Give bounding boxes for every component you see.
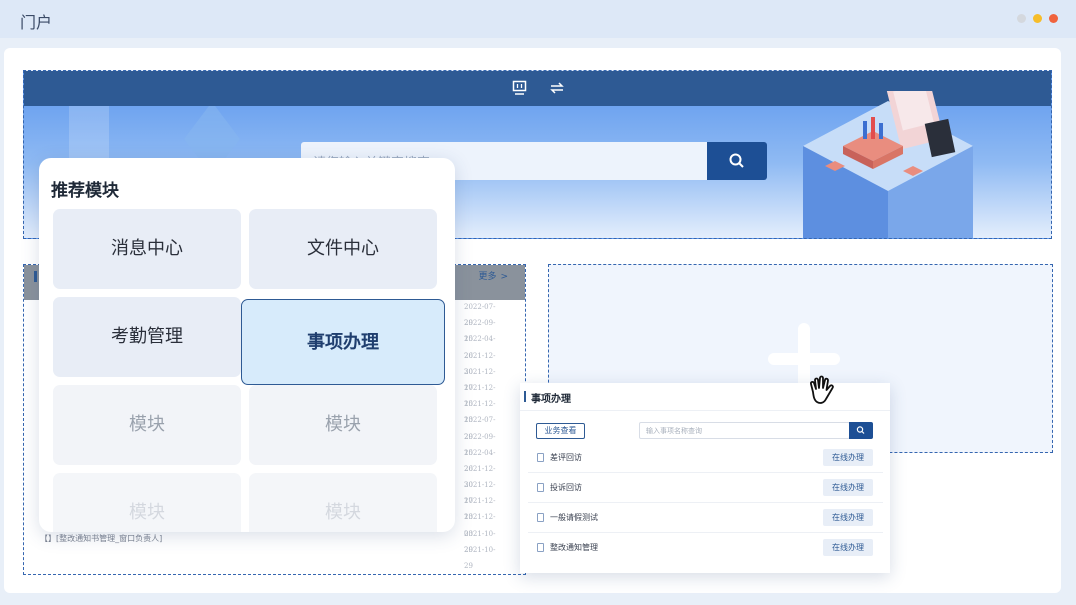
search-icon bbox=[729, 153, 744, 168]
table-row: 投诉回访 在线办理 bbox=[528, 473, 883, 503]
news-date: 2021-12-15 bbox=[464, 383, 496, 409]
online-handle-button[interactable]: 在线办理 bbox=[823, 449, 873, 466]
list-item[interactable]: 【】[整改通知书管理_窗口负责人] bbox=[40, 533, 162, 544]
table-row: 差评回访 在线办理 bbox=[528, 443, 883, 473]
row-label: 一般请假测试 bbox=[550, 513, 598, 522]
panel-title: 推荐模块 bbox=[51, 181, 119, 201]
affairs-search-button[interactable] bbox=[849, 422, 873, 439]
search-placeholder: 输入事项名称查询 bbox=[646, 427, 702, 435]
news-date: 2022-04-26 bbox=[464, 448, 496, 473]
banner-search-button[interactable] bbox=[707, 142, 767, 180]
recommended-modules-panel: 推荐模块 消息中心 文件中心 考勤管理 模块 模块 模块 模块 事项办理 bbox=[39, 158, 455, 532]
news-date: 2022-07-29 bbox=[464, 416, 496, 441]
news-date: 2021-10-29 bbox=[464, 545, 496, 571]
grab-hand-icon bbox=[810, 375, 834, 404]
news-date: 2021-12-30 bbox=[464, 351, 496, 376]
window-title-bar: 门户 bbox=[0, 0, 1076, 38]
edit-icon[interactable] bbox=[512, 80, 527, 100]
module-tile-placeholder[interactable]: 模块 bbox=[249, 385, 437, 465]
news-date: 2021-12-03 bbox=[464, 513, 496, 538]
document-icon bbox=[537, 453, 544, 462]
online-handle-button[interactable]: 在线办理 bbox=[823, 539, 873, 556]
online-handle-button[interactable]: 在线办理 bbox=[823, 479, 873, 496]
news-date: 2021-10-29 bbox=[464, 529, 496, 554]
more-link[interactable]: 更多 > bbox=[478, 269, 508, 282]
row-label: 整改通知管理 bbox=[550, 543, 598, 552]
module-tile-placeholder[interactable]: 模块 bbox=[53, 473, 241, 532]
business-view-button[interactable]: 业务查看 bbox=[536, 423, 585, 439]
search-icon bbox=[856, 426, 865, 434]
window-title: 门户 bbox=[20, 13, 53, 32]
news-date: 2021-12-13 bbox=[464, 400, 496, 425]
affairs-search-input[interactable]: 输入事项名称查询 bbox=[639, 422, 850, 439]
isometric-illustration bbox=[803, 91, 973, 238]
row-label: 差评回访 bbox=[550, 453, 582, 462]
table-row: 整改通知管理 在线办理 bbox=[528, 533, 883, 563]
row-label: 投诉回访 bbox=[550, 483, 582, 492]
close-button[interactable] bbox=[1049, 14, 1058, 23]
list-item-title: 【】[整改通知书管理_窗口负责人] bbox=[40, 534, 163, 543]
document-icon bbox=[537, 513, 544, 522]
module-tile-placeholder[interactable]: 模块 bbox=[53, 385, 241, 465]
table-row: 一般请假测试 在线办理 bbox=[528, 503, 883, 533]
add-module-icon-bar bbox=[768, 353, 840, 365]
news-date-column: 2022-07-29 2022-09-15 2022-04-26 2021-12-30… bbox=[464, 299, 504, 571]
news-date: 2021-12-17 bbox=[464, 367, 496, 392]
module-tile-attendance[interactable]: 考勤管理 bbox=[53, 297, 241, 377]
module-tile-affairs-dragging[interactable]: 事项办理 bbox=[241, 299, 445, 385]
swap-icon[interactable] bbox=[549, 80, 565, 100]
document-icon bbox=[537, 483, 544, 492]
news-date: 2021-12-17 bbox=[464, 481, 496, 506]
header-accent-bar bbox=[34, 271, 37, 282]
news-date: 2022-04-26 bbox=[464, 335, 496, 360]
news-date: 2022-09-15 bbox=[464, 319, 496, 344]
news-date: 2021-12-30 bbox=[464, 464, 496, 490]
header-accent-bar bbox=[524, 391, 526, 402]
module-tile-file-center[interactable]: 文件中心 bbox=[249, 209, 437, 289]
preview-title: 事项办理 bbox=[531, 394, 571, 405]
module-tile-placeholder[interactable]: 模块 bbox=[249, 473, 437, 532]
document-icon bbox=[537, 543, 544, 552]
minimize-button[interactable] bbox=[1017, 14, 1026, 23]
module-tile-message-center[interactable]: 消息中心 bbox=[53, 209, 241, 289]
online-handle-button[interactable]: 在线办理 bbox=[823, 509, 873, 526]
news-date: 2022-09-15 bbox=[464, 432, 496, 457]
news-date: 2022-07-29 bbox=[464, 303, 496, 328]
news-date: 2021-12-13 bbox=[464, 497, 496, 522]
maximize-button[interactable] bbox=[1033, 14, 1042, 23]
